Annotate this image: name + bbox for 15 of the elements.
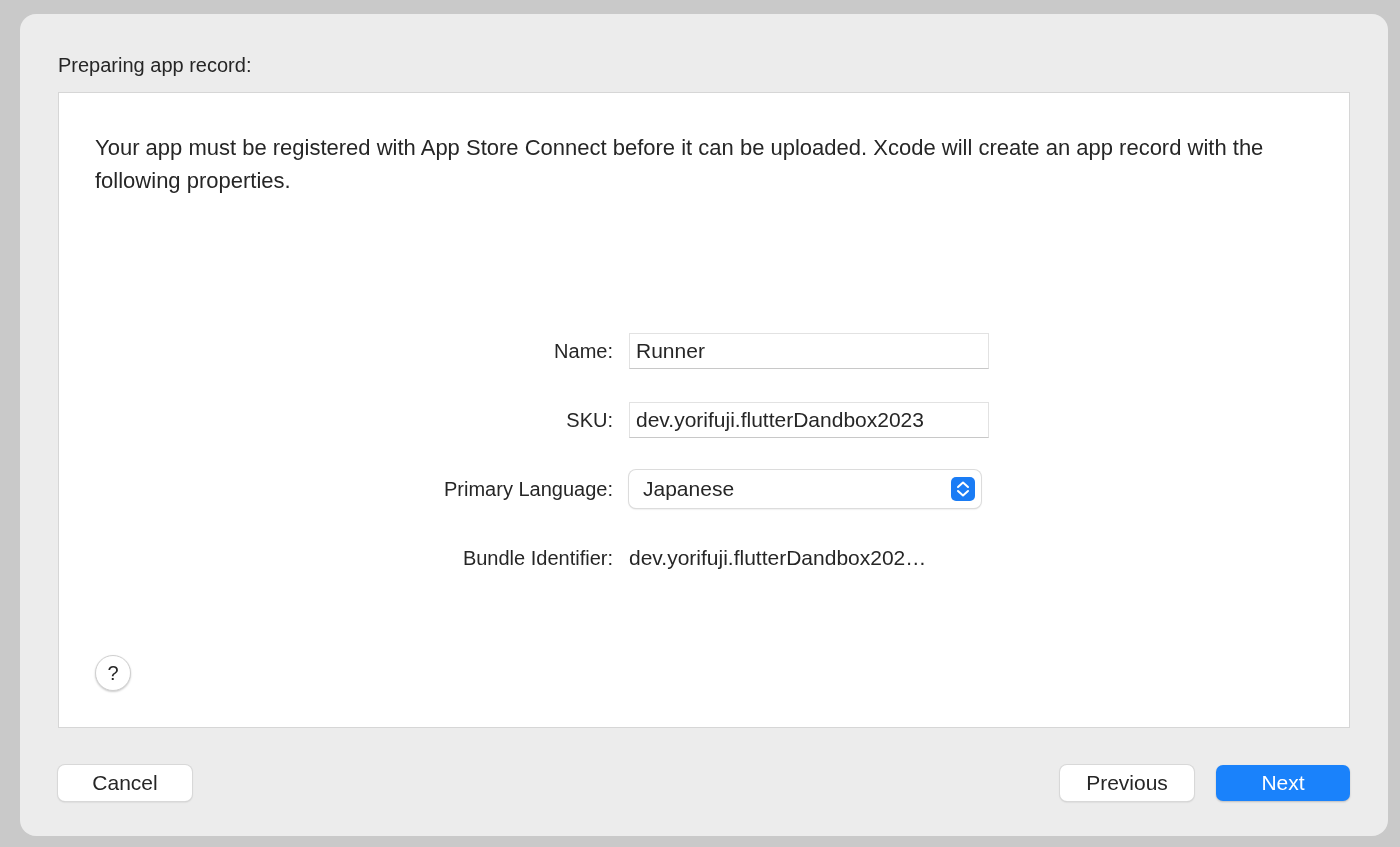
previous-button[interactable]: Previous <box>1060 765 1194 801</box>
help-button[interactable]: ? <box>95 655 131 691</box>
next-button[interactable]: Next <box>1216 765 1350 801</box>
input-field[interactable]: Runner <box>629 333 989 369</box>
language-popup[interactable]: Japanese <box>629 470 981 508</box>
dialog-title: Preparing app record: <box>58 54 253 77</box>
up-down-chevron-icon <box>951 477 975 501</box>
field-label: Primary Language: <box>443 477 613 501</box>
field-label: Name: <box>553 339 613 363</box>
cancel-button[interactable]: Cancel <box>58 765 192 801</box>
field-label: Bundle Identifier: <box>461 546 613 570</box>
field-label: SKU: <box>565 408 613 432</box>
bundle-identifier-value: dev.yorifuji.flutterDandbox202… <box>629 546 927 570</box>
input-field[interactable]: dev.yorifuji.flutterDandbox2023 <box>629 402 989 438</box>
description-text: Your app must be registered with App Store Connect before it can be uploaded. Xcode will create an app record with the following properties. <box>95 134 1265 195</box>
